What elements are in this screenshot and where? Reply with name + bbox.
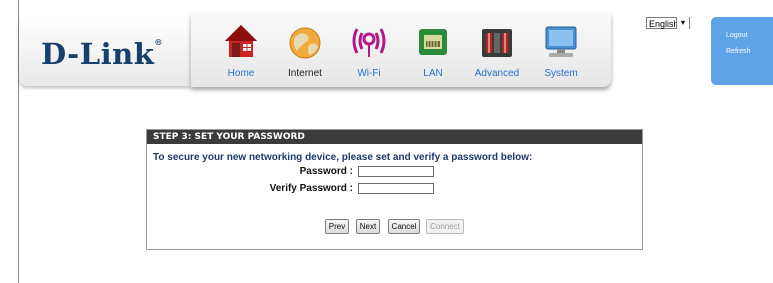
nav-item-internet[interactable]: Internet: [274, 13, 336, 87]
password-wizard: STEP 3: SET YOUR PASSWORD To secure your…: [146, 129, 643, 250]
verify-password-label: Verify Password :: [269, 183, 353, 194]
nav-item-wifi[interactable]: Wi-Fi: [338, 13, 400, 87]
wizard-instructions: To secure your new networking device, pl…: [153, 152, 533, 163]
advanced-icon: [482, 29, 512, 57]
language-selected: English: [649, 19, 679, 29]
account-panel: Logout Refresh: [711, 17, 773, 85]
dlink-logo: D-Link®: [41, 37, 163, 71]
language-select[interactable]: English ▾: [646, 17, 690, 29]
internet-icon: [289, 27, 321, 59]
nav-item-lan[interactable]: LAN: [402, 13, 464, 87]
nav-label-wifi: Wi-Fi: [357, 68, 381, 79]
nav-label-internet: Internet: [288, 68, 322, 79]
logout-link[interactable]: Logout: [726, 32, 747, 39]
nav-item-advanced[interactable]: Advanced: [466, 13, 528, 87]
lan-icon: [419, 29, 447, 55]
nav-label-lan: LAN: [423, 68, 443, 79]
nav-item-home[interactable]: Home: [210, 13, 272, 87]
next-button[interactable]: Next: [356, 219, 380, 234]
chevron-down-icon: ▾: [676, 17, 689, 29]
nav-label-system: System: [544, 68, 578, 79]
wizard-title: STEP 3: SET YOUR PASSWORD: [147, 130, 642, 144]
main-nav: Home Internet Wi-Fi LAN Advanced System: [191, 13, 611, 87]
refresh-link[interactable]: Refresh: [726, 48, 751, 55]
wifi-icon: [352, 28, 386, 57]
connect-button[interactable]: Connect: [426, 219, 464, 234]
password-input[interactable]: [358, 166, 434, 177]
nav-item-system[interactable]: System: [530, 13, 592, 87]
prev-button[interactable]: Prev: [325, 219, 349, 234]
home-icon: [225, 25, 257, 57]
nav-label-advanced: Advanced: [474, 68, 520, 79]
logo-panel: D-Link®: [19, 17, 191, 86]
password-label: Password :: [299, 166, 353, 177]
verify-password-input[interactable]: [358, 183, 434, 194]
cancel-button[interactable]: Cancel: [388, 219, 420, 234]
system-icon: [545, 26, 577, 57]
nav-label-home: Home: [227, 68, 255, 79]
